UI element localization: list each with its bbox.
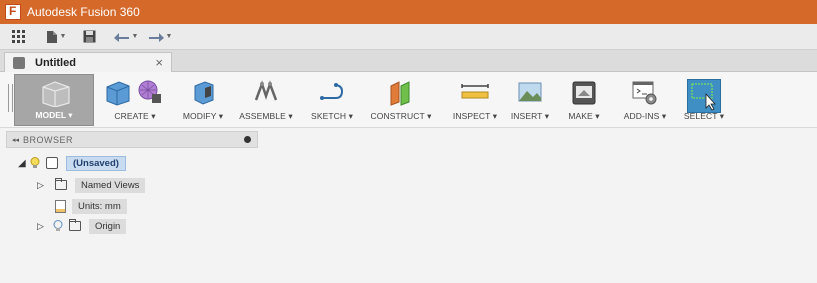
collapse-browser-icon[interactable]: ◂◂ (12, 136, 19, 144)
assemble-menu[interactable]: ASSEMBLE ▾ (236, 74, 296, 126)
create-menu[interactable]: CREATE ▾ (98, 74, 172, 126)
joint-icon (254, 80, 278, 101)
insert-menu[interactable]: INSERT ▾ (508, 74, 552, 126)
collapse-root-icon[interactable]: ◢ (18, 158, 30, 169)
measure-icon (461, 84, 489, 99)
form-icon (138, 80, 161, 103)
addins-menu[interactable]: ADD-INS ▾ (616, 74, 674, 126)
folder-icon (55, 178, 67, 190)
tree-item-units[interactable]: Units: mm (55, 198, 127, 214)
tree-root-row[interactable]: ◢ (Unsaved) (18, 155, 126, 171)
box-icon (106, 81, 130, 106)
undo-icon[interactable]: ▼ (112, 27, 140, 47)
fusion-logo-icon (5, 4, 21, 20)
expand-origin-icon[interactable]: ▷ (37, 221, 49, 232)
sketch-menu[interactable]: SKETCH ▾ (306, 74, 358, 126)
origin-label: Origin (89, 218, 127, 234)
quick-access-toolbar: ▼ ▼ ▼ (0, 24, 817, 50)
assemble-label: ASSEMBLE ▾ (239, 111, 293, 121)
press-pull-icon (194, 81, 214, 105)
units-document-icon (55, 199, 66, 213)
main-toolbar: MODEL ▾ CREATE ▾ MODIFY ▾ ASSEMBLE ▾ SKE… (0, 72, 817, 128)
component-icon (46, 157, 58, 169)
document-tab[interactable]: Untitled × (4, 52, 172, 72)
tree-root-label: (Unsaved) (66, 155, 126, 171)
sketch-icon (320, 83, 344, 100)
origin-visibility-bulb-icon[interactable] (53, 220, 63, 232)
workspace-label: MODEL ▾ (35, 110, 73, 120)
scripts-addins-icon (632, 81, 657, 105)
model-workspace-icon (42, 81, 70, 107)
construct-menu[interactable]: CONSTRUCT ▾ (362, 74, 440, 126)
sketch-label: SKETCH ▾ (311, 111, 353, 121)
browser-panel-header[interactable]: ◂◂ BROWSER (6, 131, 258, 148)
document-cube-icon (13, 56, 25, 69)
modify-label: MODIFY ▾ (182, 111, 224, 121)
inspect-label: INSPECT ▾ (452, 111, 498, 121)
document-tab-row: Untitled × (0, 50, 817, 72)
save-icon[interactable] (80, 27, 98, 47)
addins-label: ADD-INS ▾ (623, 111, 667, 121)
pin-icon[interactable] (244, 136, 251, 143)
construct-plane-icon (390, 81, 410, 106)
insert-image-icon (518, 82, 542, 102)
tree-item-origin[interactable]: ▷ Origin (37, 218, 127, 234)
create-label: CREATE ▾ (114, 111, 156, 121)
document-tab-label: Untitled (35, 56, 76, 69)
redo-icon[interactable]: ▼ (146, 27, 174, 47)
construct-label: CONSTRUCT ▾ (370, 111, 432, 121)
browser-title: BROWSER (23, 134, 74, 145)
workspace-switcher-button[interactable]: MODEL ▾ (14, 74, 94, 126)
origin-folder-icon (69, 219, 81, 231)
select-icon (691, 83, 716, 111)
close-tab-icon[interactable]: × (155, 55, 163, 70)
title-bar: Autodesk Fusion 360 (0, 0, 817, 24)
insert-label: INSERT ▾ (510, 111, 550, 121)
make-menu[interactable]: MAKE ▾ (562, 74, 606, 126)
inspect-menu[interactable]: INSPECT ▾ (448, 74, 502, 126)
select-tool-button[interactable] (687, 79, 721, 113)
grid-icon[interactable] (8, 27, 30, 47)
file-icon[interactable]: ▼ (44, 27, 68, 47)
modify-menu[interactable]: MODIFY ▾ (176, 74, 230, 126)
3d-print-icon (572, 81, 596, 105)
tree-item-named-views[interactable]: ▷ Named Views (37, 177, 146, 193)
window-title: Autodesk Fusion 360 (27, 5, 140, 19)
visibility-bulb-icon[interactable] (30, 157, 40, 169)
expand-named-views-icon[interactable]: ▷ (37, 180, 49, 191)
make-label: MAKE ▾ (568, 111, 600, 121)
units-label: Units: mm (72, 198, 127, 214)
toolbar-grip[interactable] (8, 84, 13, 112)
named-views-label: Named Views (75, 177, 146, 193)
